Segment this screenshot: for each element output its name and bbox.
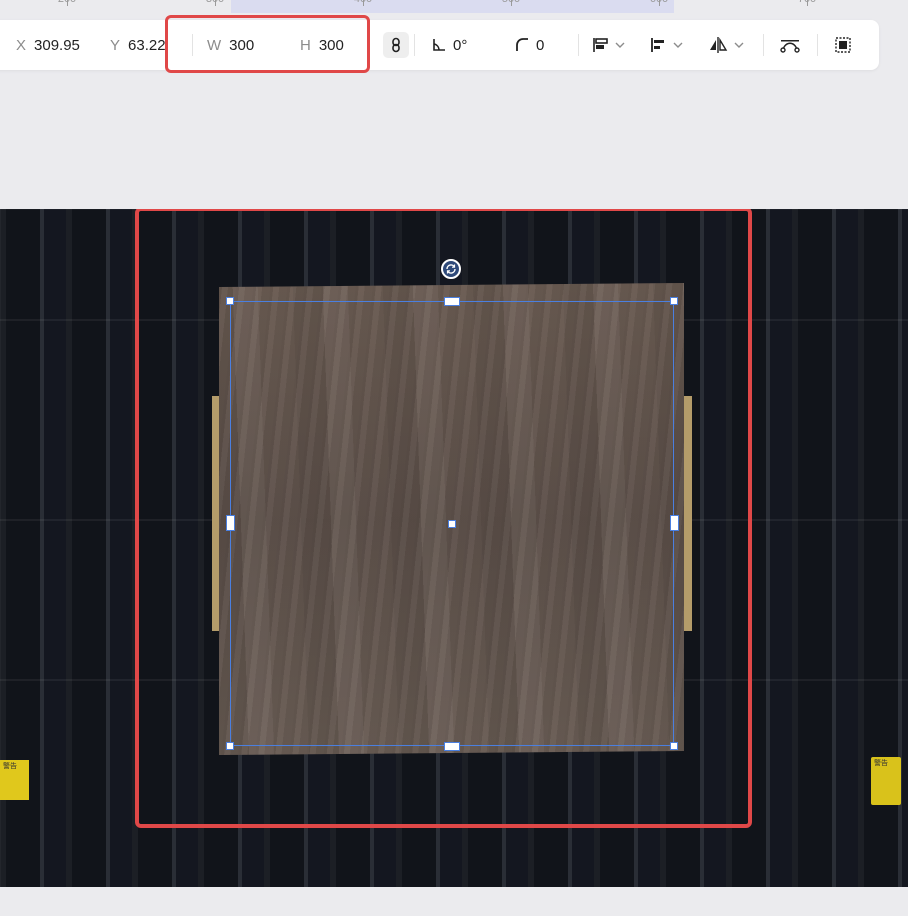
y-value[interactable]: 63.22 — [128, 37, 166, 54]
work-area-canvas[interactable]: 警告 警告 — [0, 209, 908, 887]
select-frame-icon — [835, 37, 851, 53]
select-frame-button[interactable] — [835, 20, 851, 70]
ruler-label: 500 — [502, 0, 520, 5]
align-dropdown[interactable] — [649, 20, 683, 70]
size-fields-highlight — [165, 15, 370, 73]
layer-order-icon — [593, 38, 608, 52]
path-edit-button[interactable] — [780, 20, 800, 70]
rotation-field[interactable]: 0° — [431, 20, 467, 70]
divider — [414, 34, 415, 56]
selected-object-highlight — [135, 209, 752, 828]
chevron-down-icon — [615, 42, 625, 48]
corner-radius-value[interactable]: 0 — [536, 37, 544, 54]
divider — [578, 34, 579, 56]
align-left-icon — [651, 38, 664, 52]
warning-sticker-label: 警告 — [3, 763, 17, 770]
rotation-value[interactable]: 0° — [453, 37, 467, 54]
ruler-label: 600 — [650, 0, 668, 5]
bezier-path-icon — [780, 40, 800, 53]
y-position-field[interactable]: Y 63.22 — [110, 20, 166, 70]
warning-sticker: 警告 — [0, 760, 29, 800]
link-icon — [392, 37, 400, 53]
angle-icon — [433, 39, 445, 51]
ruler-label: 200 — [58, 0, 76, 5]
ruler-label: 400 — [354, 0, 372, 5]
ruler-label: 300 — [206, 0, 224, 5]
x-label: X — [16, 36, 27, 54]
ruler-selection-highlight — [231, 0, 674, 13]
divider — [817, 34, 818, 56]
y-label: Y — [110, 36, 121, 54]
corner-radius-icon — [516, 38, 528, 51]
warning-sticker-label: 警告 — [874, 760, 888, 767]
warning-sticker: 警告 — [871, 757, 901, 805]
chevron-down-icon — [673, 42, 683, 48]
chevron-down-icon — [734, 42, 744, 48]
corner-radius-field[interactable]: 0 — [514, 20, 544, 70]
arrange-dropdown[interactable] — [591, 20, 625, 70]
lock-aspect-ratio-button[interactable] — [383, 32, 409, 58]
top-ruler: 200 300 400 500 600 700 — [0, 0, 908, 13]
flip-dropdown[interactable] — [708, 20, 744, 70]
ruler-label: 700 — [798, 0, 816, 5]
flip-horizontal-icon — [710, 37, 728, 53]
divider — [763, 34, 764, 56]
x-position-field[interactable]: X 309.95 — [16, 20, 80, 70]
x-value[interactable]: 309.95 — [34, 37, 80, 54]
properties-toolbar: X 309.95 Y 63.22 W 300 H 300 0° 0 — [0, 20, 879, 70]
